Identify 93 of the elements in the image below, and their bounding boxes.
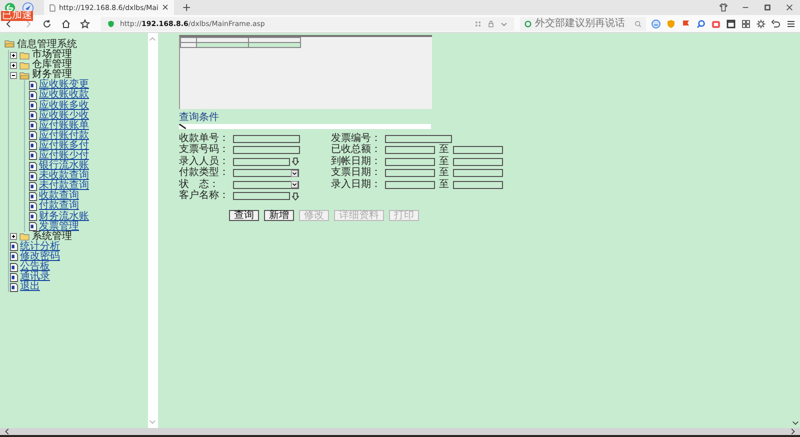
close-icon[interactable] [785,3,794,12]
action-button[interactable]: 新增 [264,210,294,220]
tree-link[interactable]: 应付账账单 [39,120,89,131]
folder-icon [19,60,30,70]
home-icon[interactable] [61,18,71,28]
menu-icon[interactable] [786,18,796,28]
input-field[interactable] [232,158,290,166]
input-field[interactable] [232,146,300,154]
tree-link[interactable]: 应收账变更 [39,80,89,90]
search-field[interactable]: 外交部建议别再说话 [520,16,646,30]
action-button[interactable]: 查询 [228,210,259,220]
caret-icon [290,170,298,176]
caret-icon [290,181,298,188]
field-label: 收款单号： [178,134,230,144]
tab-close-button[interactable]: × [161,2,169,12]
field-label: 客户名称： [178,191,230,201]
tree-link[interactable]: 发票管理 [39,222,79,232]
field-label: 付款类型： [178,168,230,178]
apps-icon[interactable] [741,18,751,28]
field-label: 发票编号： [330,134,382,144]
range-separator: 至 [438,145,449,155]
expand-toggle[interactable] [10,233,17,240]
reload-icon[interactable] [42,18,52,28]
scrollbar[interactable] [0,428,800,435]
tree-link[interactable]: 付款查询 [39,201,79,212]
down-arrow-icon[interactable] [292,157,299,166]
tree-link[interactable]: 应付账付款 [39,130,89,141]
settings-icon[interactable] [756,18,766,28]
tree-link[interactable]: 统计分析 [20,242,60,252]
scroll-left-icon[interactable] [4,428,11,435]
tree-link[interactable]: 未付款查询 [39,181,89,192]
expand-toggle[interactable] [10,62,17,69]
tree-link[interactable]: 应收账少收 [39,110,89,121]
section-title: 查询条件 [178,112,220,123]
tree-link[interactable]: 公告板 [20,262,50,272]
field-label: 录入日期： [330,180,382,190]
tree-link[interactable]: 修改密码 [20,252,60,262]
down-arrow-icon[interactable] [292,192,299,200]
field-label: 录入人员： [178,156,230,166]
tree-link[interactable]: 未收款查询 [39,171,89,182]
range-separator: 至 [438,156,449,166]
tree-link[interactable]: 通讯录 [20,272,50,282]
star-icon[interactable] [80,18,90,28]
undo-icon[interactable] [771,18,781,28]
field-label: 已收总额： [330,145,382,155]
input-field[interactable] [232,134,300,142]
tree-link[interactable]: 应收账多收 [39,100,89,111]
open-folder-icon [4,39,15,48]
folder-icon [19,70,30,80]
range-separator: 至 [438,168,449,178]
folder-icon [19,232,30,242]
tree-link[interactable]: 退出 [20,282,40,292]
scroll-down-icon[interactable] [792,419,799,426]
input-field[interactable] [384,134,452,142]
folder-icon [19,50,30,60]
tree-link[interactable]: 银行流水账 [39,161,89,172]
dropdown[interactable] [232,169,299,177]
tree-link[interactable]: 应付账少付 [39,150,89,161]
shirt-icon[interactable] [719,3,728,12]
input-field[interactable] [452,169,503,177]
input-field[interactable] [232,192,290,200]
window-icon[interactable] [726,18,736,28]
pencil-icon [178,124,186,129]
field-label: 支票日期： [330,168,382,178]
scroll-right-icon[interactable] [789,428,796,435]
input-field[interactable] [384,180,435,188]
tree-folder[interactable]: 系统管理 [32,232,72,242]
expand-toggle[interactable] [10,52,17,59]
tree-link[interactable]: 财务流水账 [39,212,89,222]
tree-link[interactable]: 应付账多付 [39,140,89,151]
status-badge: 已加速 [1,11,33,21]
page-icon [49,4,56,12]
new-tab-button[interactable]: + [178,1,196,14]
input-field[interactable] [384,146,435,154]
tree-title: 信息管理系统 [17,38,77,50]
range-separator: 至 [438,180,449,190]
field-label: 状 态： [178,180,220,190]
search-icon[interactable] [696,18,706,28]
dropdown[interactable] [232,180,299,188]
tree-link[interactable]: 应收账收款 [39,90,89,100]
input-field[interactable] [384,169,435,177]
shield-icon [107,20,115,28]
maximize-icon[interactable] [763,3,772,12]
field-label: 到帐日期： [330,156,382,166]
input-field[interactable] [384,158,435,166]
flag-icon[interactable] [681,18,691,28]
input-field[interactable] [452,146,503,154]
collapse-toggle[interactable] [10,72,17,79]
tree-link[interactable]: 收款查询 [39,191,79,202]
input-field[interactable] [452,158,503,166]
input-field[interactable] [452,180,503,188]
field-label: 支票号码： [178,145,230,155]
search-engine-icon [524,20,532,28]
